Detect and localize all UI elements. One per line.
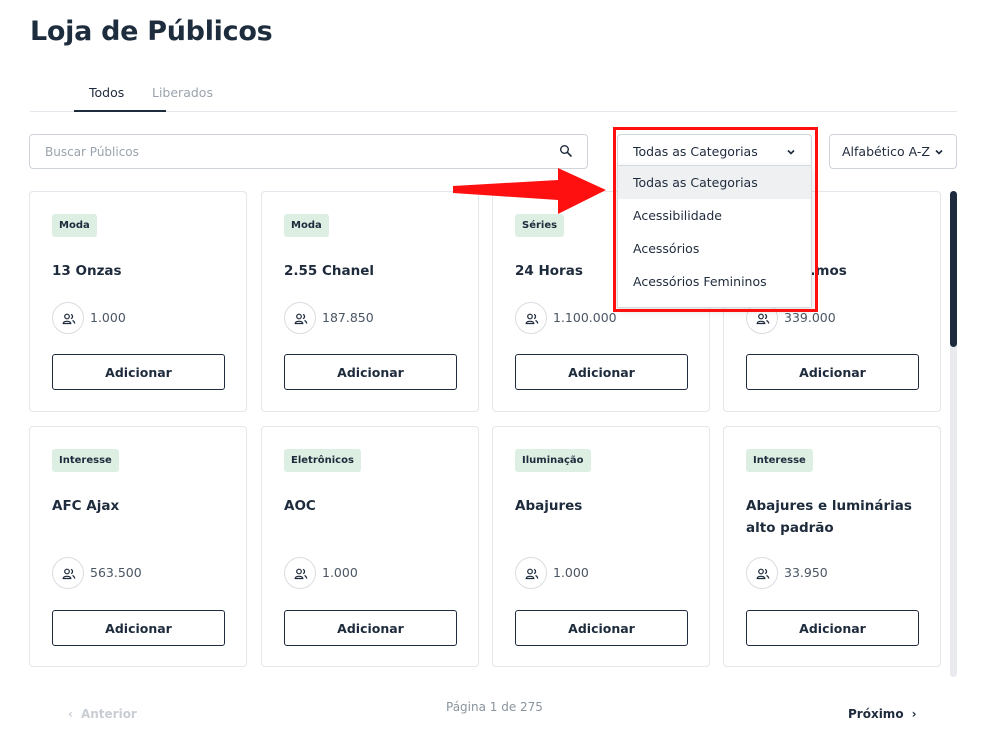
users-icon <box>746 557 778 589</box>
audience-card: Moda 13 Onzas 1.000 Adicionar <box>29 191 247 412</box>
category-badge: Moda <box>284 214 329 237</box>
sort-value: Alfabético A-Z <box>842 144 930 159</box>
dropdown-option[interactable]: Todas as Categorias <box>618 166 811 199</box>
category-badge: Interesse <box>746 449 813 472</box>
audience-name: AFC Ajax <box>52 498 120 514</box>
audience-card: Iluminação Abajures 1.000 Adicionar <box>492 426 710 667</box>
next-page-button[interactable]: Próximo › <box>848 707 917 721</box>
category-filter-select[interactable]: Todas as Categorias <box>617 134 812 169</box>
chevron-down-icon <box>787 149 795 155</box>
add-button[interactable]: Adicionar <box>284 354 457 390</box>
audience-card: Interesse Abajures e luminárias alto pad… <box>723 426 941 667</box>
audience-card: Eletrônicos AOC 1.000 Adicionar <box>261 426 479 667</box>
audience-count: 1.000 <box>90 310 126 325</box>
search-icon[interactable] <box>559 144 573 158</box>
tabs-bar: Todos Liberados <box>30 78 957 112</box>
add-button[interactable]: Adicionar <box>746 354 919 390</box>
red-arrow-icon <box>453 168 606 214</box>
users-icon <box>284 557 316 589</box>
users-icon <box>52 557 84 589</box>
dropdown-option[interactable]: Acessórios <box>618 232 811 265</box>
users-icon <box>515 302 547 334</box>
audience-count: 1.100.000 <box>553 310 617 325</box>
previous-page-button[interactable]: ‹ Anterior <box>68 707 137 721</box>
next-page-label: Próximo <box>848 707 904 721</box>
tab-todos[interactable]: Todos <box>89 85 124 100</box>
audience-count: 339.000 <box>784 310 836 325</box>
page-title: Loja de Públicos <box>30 16 273 47</box>
add-button[interactable]: Adicionar <box>515 610 688 646</box>
audience-name: Abajures e luminárias alto padrão <box>746 498 912 536</box>
category-badge: Moda <box>52 214 97 237</box>
active-tab-indicator <box>74 110 166 112</box>
chevron-left-icon: ‹ <box>68 707 73 721</box>
add-button[interactable]: Adicionar <box>52 610 225 646</box>
chevron-down-icon <box>935 149 943 155</box>
dropdown-option[interactable]: Acessórios Femininos <box>618 265 811 298</box>
category-filter-value: Todas as Categorias <box>633 144 758 159</box>
chevron-right-icon: › <box>911 707 917 721</box>
audience-count: 1.000 <box>553 565 589 580</box>
scrollbar[interactable] <box>950 191 957 677</box>
audience-count: 563.500 <box>90 565 142 580</box>
pagination-info: Página 1 de 275 <box>446 700 543 714</box>
audience-card: Moda 2.55 Chanel 187.850 Adicionar <box>261 191 479 412</box>
sort-select[interactable]: Alfabético A-Z <box>829 134 957 169</box>
audience-name: 13 Onzas <box>52 263 122 279</box>
audience-name: AOC <box>284 498 316 514</box>
add-button[interactable]: Adicionar <box>515 354 688 390</box>
previous-page-label: Anterior <box>80 707 137 721</box>
audience-name: 2.55 Chanel <box>284 263 375 279</box>
users-icon <box>52 302 84 334</box>
audience-count: 33.950 <box>784 565 828 580</box>
audience-count: 187.850 <box>322 310 374 325</box>
add-button[interactable]: Adicionar <box>746 610 919 646</box>
audience-name: Abajures <box>515 498 583 514</box>
category-badge: Interesse <box>52 449 119 472</box>
add-button[interactable]: Adicionar <box>52 354 225 390</box>
category-dropdown-menu: Todas as Categorias Acessibilidade Acess… <box>617 165 812 308</box>
tab-liberados[interactable]: Liberados <box>152 85 213 100</box>
category-badge: Iluminação <box>515 449 591 472</box>
category-badge: Eletrônicos <box>284 449 361 472</box>
scrollbar-thumb[interactable] <box>950 191 957 347</box>
audience-count: 1.000 <box>322 565 358 580</box>
users-icon <box>284 302 316 334</box>
users-icon <box>515 557 547 589</box>
audience-card: Interesse AFC Ajax 563.500 Adicionar <box>29 426 247 667</box>
add-button[interactable]: Adicionar <box>284 610 457 646</box>
dropdown-option[interactable]: Acessibilidade <box>618 199 811 232</box>
